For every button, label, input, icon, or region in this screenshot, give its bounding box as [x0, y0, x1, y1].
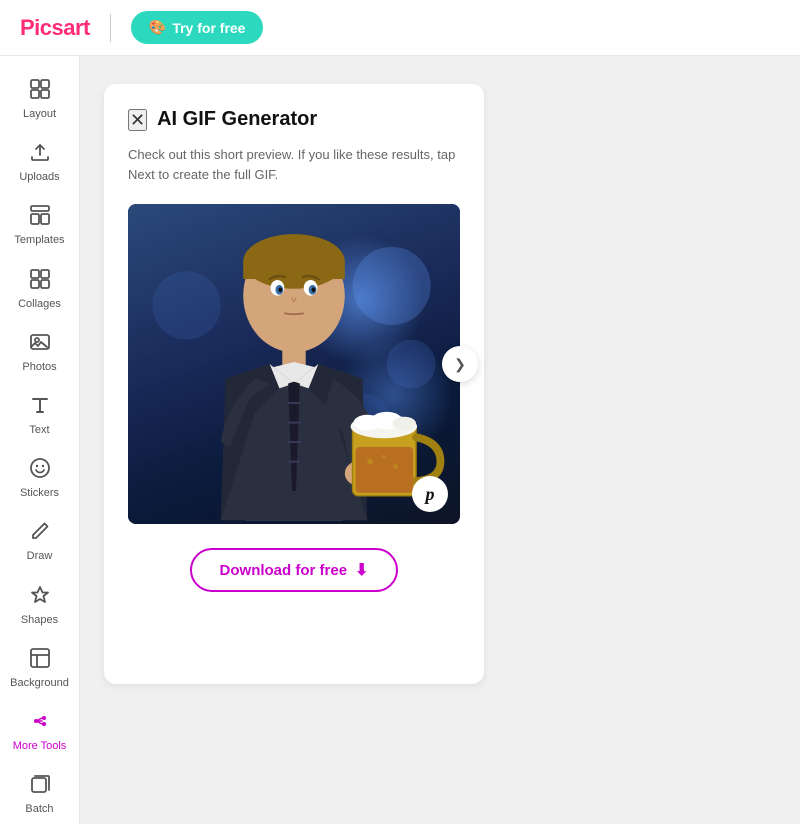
sidebar-item-layout[interactable]: Layout [5, 68, 75, 131]
sidebar-item-batch[interactable]: Batch [5, 763, 75, 824]
sidebar-item-shapes[interactable]: Shapes [5, 574, 75, 637]
sidebar-label-draw: Draw [27, 550, 53, 563]
sidebar-item-photos[interactable]: Photos [5, 321, 75, 384]
header-divider [110, 14, 111, 42]
background-icon [29, 647, 51, 673]
sidebar-label-photos: Photos [22, 361, 56, 374]
photos-icon [29, 331, 51, 357]
logo: Picsart 🎨 Try for free [20, 11, 263, 44]
batch-icon [29, 773, 51, 799]
download-button[interactable]: Download for free ⬇ [190, 548, 399, 592]
sidebar-item-collages[interactable]: Collages [5, 258, 75, 321]
sidebar-label-templates: Templates [14, 234, 64, 247]
collages-icon [29, 268, 51, 294]
sidebar-label-more-tools: More Tools [13, 740, 67, 753]
close-button[interactable]: ✕ [128, 109, 147, 131]
sidebar-item-background[interactable]: Background [5, 637, 75, 700]
picsart-p: p [426, 484, 435, 505]
sidebar-item-uploads[interactable]: Uploads [5, 131, 75, 194]
download-button-wrapper: Download for free ⬇ [128, 548, 460, 592]
picsart-watermark: p [412, 476, 448, 512]
sidebar-label-shapes: Shapes [21, 614, 58, 627]
sidebar-item-draw[interactable]: Draw [5, 510, 75, 573]
ai-gif-panel: ✕ AI GIF Generator Check out this short … [104, 84, 484, 684]
try-for-free-button[interactable]: 🎨 Try for free [131, 11, 264, 44]
uploads-icon [29, 141, 51, 167]
sidebar-label-layout: Layout [23, 108, 56, 121]
arrow-icon: ❯ [454, 356, 466, 373]
next-arrow-button[interactable]: ❯ [442, 346, 478, 382]
sidebar-item-text[interactable]: Text [5, 384, 75, 447]
sidebar-label-collages: Collages [18, 298, 61, 311]
text-icon [29, 394, 51, 420]
main-content: ✕ AI GIF Generator Check out this short … [80, 56, 800, 824]
panel-header: ✕ AI GIF Generator [128, 108, 460, 131]
logo-text: Picsart [20, 15, 90, 41]
header: Picsart 🎨 Try for free [0, 0, 800, 56]
sidebar-item-more-tools[interactable]: More Tools [5, 700, 75, 763]
sidebar-label-batch: Batch [25, 803, 53, 816]
sidebar-label-text: Text [29, 424, 49, 437]
sidebar-label-stickers: Stickers [20, 487, 59, 500]
download-label: Download for free [220, 562, 348, 579]
sidebar-item-stickers[interactable]: Stickers [5, 447, 75, 510]
sidebar-label-uploads: Uploads [19, 171, 59, 184]
try-btn-icon: 🎨 [149, 19, 166, 36]
download-icon: ⬇ [355, 560, 368, 580]
app-body: Layout Uploads Templates [0, 0, 800, 824]
panel-title: AI GIF Generator [157, 108, 317, 131]
gif-preview-wrapper: p ❯ [128, 204, 460, 524]
templates-icon [29, 204, 51, 230]
more-tools-icon [29, 710, 51, 736]
shapes-icon [29, 584, 51, 610]
try-btn-label: Try for free [172, 20, 245, 36]
gif-preview: p [128, 204, 460, 524]
sidebar: Layout Uploads Templates [0, 56, 80, 824]
stickers-icon [29, 457, 51, 483]
panel-description: Check out this short preview. If you lik… [128, 145, 460, 184]
layout-icon [29, 78, 51, 104]
sidebar-item-templates[interactable]: Templates [5, 194, 75, 257]
sidebar-label-background: Background [10, 677, 69, 690]
draw-icon [29, 520, 51, 546]
person-svg [128, 204, 460, 524]
